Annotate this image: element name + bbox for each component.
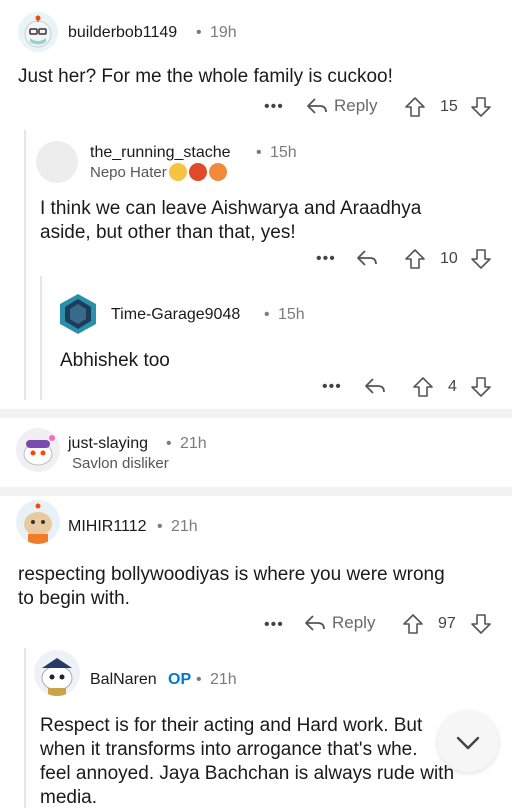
avatar[interactable] xyxy=(36,141,78,183)
comment-timestamp: 15h xyxy=(270,144,297,161)
separator-dot: • xyxy=(264,306,270,323)
comment-timestamp: 21h xyxy=(180,435,207,452)
vote-count: 15 xyxy=(440,98,458,115)
downvote-arrow-icon[interactable] xyxy=(470,248,492,270)
reply-icon[interactable] xyxy=(364,376,386,396)
comment-body: Just her? For me the whole family is cuc… xyxy=(18,66,393,87)
separator-dot: • xyxy=(166,435,172,452)
comment-body-line: Respect is for their acting and Hard wor… xyxy=(40,715,423,736)
scroll-down-button[interactable] xyxy=(438,712,498,772)
comment-timestamp: 19h xyxy=(210,24,237,41)
avatar[interactable] xyxy=(56,292,100,336)
more-options-button[interactable]: ••• xyxy=(264,98,284,116)
comment-username[interactable]: just-slaying xyxy=(68,435,148,453)
comment-timestamp: 15h xyxy=(278,306,305,323)
comment-timestamp: 21h xyxy=(210,671,237,688)
comment-username[interactable]: Time-Garage9048 xyxy=(111,306,240,324)
thread-line xyxy=(24,130,26,400)
avatar[interactable] xyxy=(16,500,60,544)
reply-button[interactable]: Reply xyxy=(304,613,375,633)
avatar[interactable] xyxy=(18,12,58,52)
thread-line xyxy=(40,276,42,400)
reply-icon[interactable] xyxy=(356,248,378,268)
flair-text: Nepo Hater xyxy=(90,163,167,181)
vote-count: 97 xyxy=(438,615,456,632)
thread-divider xyxy=(0,487,512,496)
angry-face-emoji-icon xyxy=(168,163,187,181)
downvote-arrow-icon[interactable] xyxy=(470,96,492,118)
more-options-button[interactable]: ••• xyxy=(322,378,342,396)
separator-dot: • xyxy=(157,518,163,535)
upvote-arrow-icon[interactable] xyxy=(402,613,424,635)
comment-username[interactable]: builderbob1149 xyxy=(68,24,177,42)
upvote-arrow-icon[interactable] xyxy=(412,376,434,398)
user-flair: Savlon disliker xyxy=(72,455,169,472)
thread-divider xyxy=(0,409,512,418)
downvote-arrow-icon[interactable] xyxy=(470,376,492,398)
comment-body: Abhishek too xyxy=(60,350,170,371)
comment-body-line: aside, but other than that, yes! xyxy=(40,222,296,243)
comment-body-line: feel annoyed. Jaya Bachchan is always ru… xyxy=(40,763,455,784)
separator-dot: • xyxy=(196,671,202,688)
more-options-button[interactable]: ••• xyxy=(316,250,336,268)
reply-label: Reply xyxy=(332,613,376,632)
upvote-arrow-icon[interactable] xyxy=(404,96,426,118)
separator-dot: • xyxy=(196,24,202,41)
op-badge: OP xyxy=(168,671,192,688)
comment-body-line: I think we can leave Aishwarya and Araad… xyxy=(40,198,422,219)
pouting-face-emoji-icon xyxy=(208,163,227,181)
downvote-arrow-icon[interactable] xyxy=(470,613,492,635)
reply-icon xyxy=(305,615,325,631)
chevron-down-icon xyxy=(456,736,480,750)
comment-username[interactable]: BalNaren xyxy=(90,671,157,689)
reply-label: Reply xyxy=(334,96,378,115)
user-flair: Nepo Hater xyxy=(90,163,227,181)
more-options-button[interactable]: ••• xyxy=(264,616,284,634)
vote-count: 10 xyxy=(440,250,458,267)
separator-dot: • xyxy=(256,144,262,161)
comment-username[interactable]: MIHIR1112 xyxy=(68,518,147,536)
avatar[interactable] xyxy=(34,650,80,696)
comment-body-line: when it transforms into arrogance that's… xyxy=(40,739,418,760)
reply-button[interactable]: Reply xyxy=(306,96,377,116)
upvote-arrow-icon[interactable] xyxy=(404,248,426,270)
comment-username[interactable]: the_running_stache xyxy=(90,144,231,162)
comment-timestamp: 21h xyxy=(171,518,198,535)
comment-body-line: media. xyxy=(40,787,98,808)
thread-line xyxy=(24,648,26,808)
avatar[interactable] xyxy=(16,428,60,472)
comment-body-line: to begin with. xyxy=(18,588,130,609)
reply-icon xyxy=(307,98,327,114)
vote-count: 4 xyxy=(448,378,457,395)
comment-body-line: respecting bollywoodiyas is where you we… xyxy=(18,564,445,585)
cursing-face-emoji-icon xyxy=(188,163,207,181)
